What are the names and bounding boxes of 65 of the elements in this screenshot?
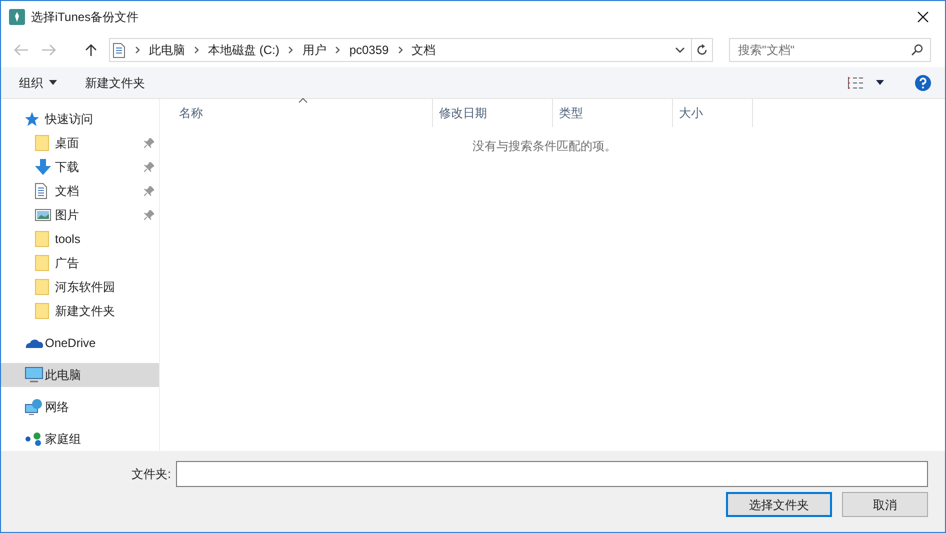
app-icon [9,9,25,25]
help-icon[interactable] [915,74,931,90]
close-icon[interactable] [917,11,929,23]
chevron-icon[interactable] [194,46,199,54]
nav-item[interactable]: 快速访问 [1,107,159,131]
dropdown-chevron-icon[interactable] [675,47,685,53]
homegroup-icon [25,432,43,446]
cloud-icon [25,338,43,348]
pin-icon[interactable] [144,210,154,220]
nav-item[interactable]: tools [1,227,159,251]
search-icon [911,44,923,56]
dialog-button[interactable]: 取消 [842,492,928,517]
folder-icon [35,135,49,151]
dialog-button[interactable]: 选择文件夹 [726,492,832,517]
breadcrumb[interactable]: pc0359 [344,39,394,61]
chevron-icon[interactable] [335,46,340,54]
breadcrumb[interactable]: 文档 [406,39,441,61]
folder-icon [35,279,49,295]
globe-monitor-icon [25,399,43,415]
search-field[interactable]: 搜索"文档" [729,38,931,62]
pin-icon[interactable] [144,186,154,196]
column-header[interactable]: 大小 [673,99,753,127]
pin-icon[interactable] [144,138,154,148]
dropdown-caret-icon[interactable] [876,80,884,85]
folder-input[interactable] [176,461,928,487]
nav-item[interactable]: 广告 [1,251,159,275]
nav-item[interactable]: 下载 [1,155,159,179]
view-options-icon[interactable] [848,76,864,90]
nav-item[interactable]: 图片 [1,203,159,227]
breadcrumb[interactable]: 此电脑 [144,39,190,61]
window-title: 选择iTunes备份文件 [31,9,139,26]
pin-icon[interactable] [144,162,154,172]
chevron-icon[interactable] [135,46,140,54]
address-bar[interactable]: 此电脑 本地磁盘 (C:) 用户 pc0359 文档 [109,38,713,62]
organize-menu-button[interactable]: 组织 [19,74,57,92]
folder-label: 文件夹: [132,466,171,483]
up-arrow-icon[interactable] [85,43,97,57]
folder-icon [35,303,49,319]
chevron-icon[interactable] [288,46,294,54]
nav-item[interactable]: 家庭组 [1,427,159,451]
chevron-icon[interactable] [398,46,403,54]
column-header[interactable]: 类型 [553,99,673,127]
breadcrumb[interactable]: 本地磁盘 (C:) [203,39,284,61]
nav-item[interactable]: 文档 [1,179,159,203]
column-header[interactable]: 名称 [173,99,433,127]
breadcrumb[interactable]: 用户 [297,39,332,61]
empty-message: 没有与搜索条件匹配的项。 [472,138,616,155]
nav-item[interactable]: 桌面 [1,131,159,155]
nav-item[interactable]: 网络 [1,395,159,419]
monitor-icon [25,367,43,383]
new-folder-button[interactable]: 新建文件夹 [85,74,145,92]
column-header[interactable]: 修改日期 [433,99,553,127]
nav-item[interactable]: 河东软件园 [1,275,159,299]
document-icon [35,183,47,199]
star-icon [25,112,39,126]
document-icon [113,42,125,58]
folder-icon [35,231,49,247]
folder-icon [35,255,49,271]
dropdown-caret-icon [49,80,57,85]
nav-item[interactable]: 此电脑 [1,363,159,387]
down-arrow-icon [35,159,51,175]
nav-item[interactable]: 新建文件夹 [1,299,159,323]
refresh-icon[interactable] [696,44,708,56]
picture-icon [35,209,51,221]
nav-item[interactable]: OneDrive [1,331,159,355]
